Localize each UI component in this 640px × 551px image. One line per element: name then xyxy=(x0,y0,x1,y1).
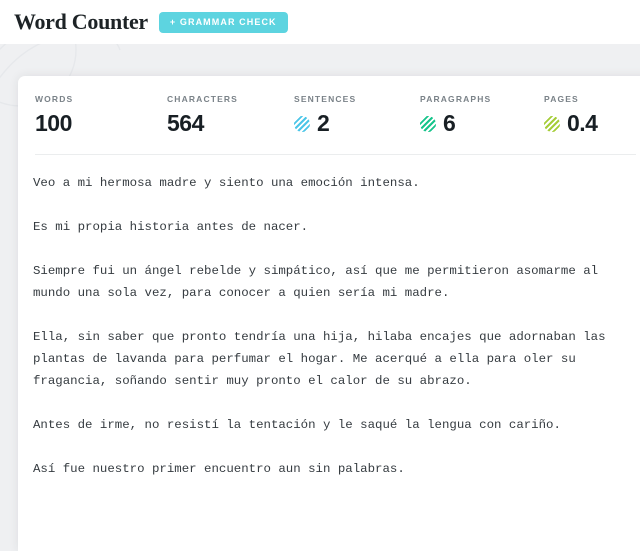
stat-value-row: 6 xyxy=(420,112,544,135)
document-paragraph: Es mi propia historia antes de nacer. xyxy=(33,220,309,234)
stats-row: Words 100 Characters 564 Sentences 2 Par… xyxy=(18,76,640,138)
stat-label: Sentences xyxy=(294,94,357,104)
grammar-check-button[interactable]: + Grammar Check xyxy=(158,11,288,33)
stat-sentences: Sentences 2 xyxy=(294,94,420,135)
document-editor[interactable]: Veo a mi hermosa madre y siento una emoc… xyxy=(18,155,640,480)
stat-value-row: 100 xyxy=(35,112,167,135)
document-paragraph: Siempre fui un ángel rebelde y simpático… xyxy=(33,264,606,300)
stat-paragraphs: Paragraphs 6 xyxy=(420,94,544,135)
stat-value-row: 2 xyxy=(294,112,420,135)
document-paragraph: Antes de irme, no resistí la tentación y… xyxy=(33,418,561,432)
document-paragraph: Así fue nuestro primer encuentro aun sin… xyxy=(33,462,405,476)
counter-card: Words 100 Characters 564 Sentences 2 Par… xyxy=(18,76,640,551)
stat-value: 564 xyxy=(167,110,204,136)
stat-value-row: 0.4 xyxy=(544,110,598,136)
stat-characters: Characters 564 xyxy=(167,94,294,135)
app-header: Word Counter + Grammar Check xyxy=(0,0,640,44)
stat-value: 6 xyxy=(443,110,456,136)
stat-label: Characters xyxy=(167,94,238,104)
stat-value: 100 xyxy=(35,110,72,136)
stat-value-row: 564 xyxy=(167,112,294,135)
stat-pages: Pages 0.4 xyxy=(544,94,598,136)
stat-label: Pages xyxy=(544,94,579,104)
document-paragraph: Ella, sin saber que pronto tendría una h… xyxy=(33,330,613,388)
stat-words: Words 100 xyxy=(35,94,167,135)
stat-label: Paragraphs xyxy=(420,94,492,104)
stat-label: Words xyxy=(35,94,74,104)
app-title: Word Counter xyxy=(14,9,148,34)
stat-value: 0.4 xyxy=(567,110,598,136)
striped-circle-icon xyxy=(420,115,436,132)
stat-value: 2 xyxy=(317,110,330,136)
document-paragraph: Veo a mi hermosa madre y siento una emoc… xyxy=(33,176,420,190)
striped-circle-icon xyxy=(544,115,560,132)
striped-circle-icon xyxy=(294,115,310,132)
